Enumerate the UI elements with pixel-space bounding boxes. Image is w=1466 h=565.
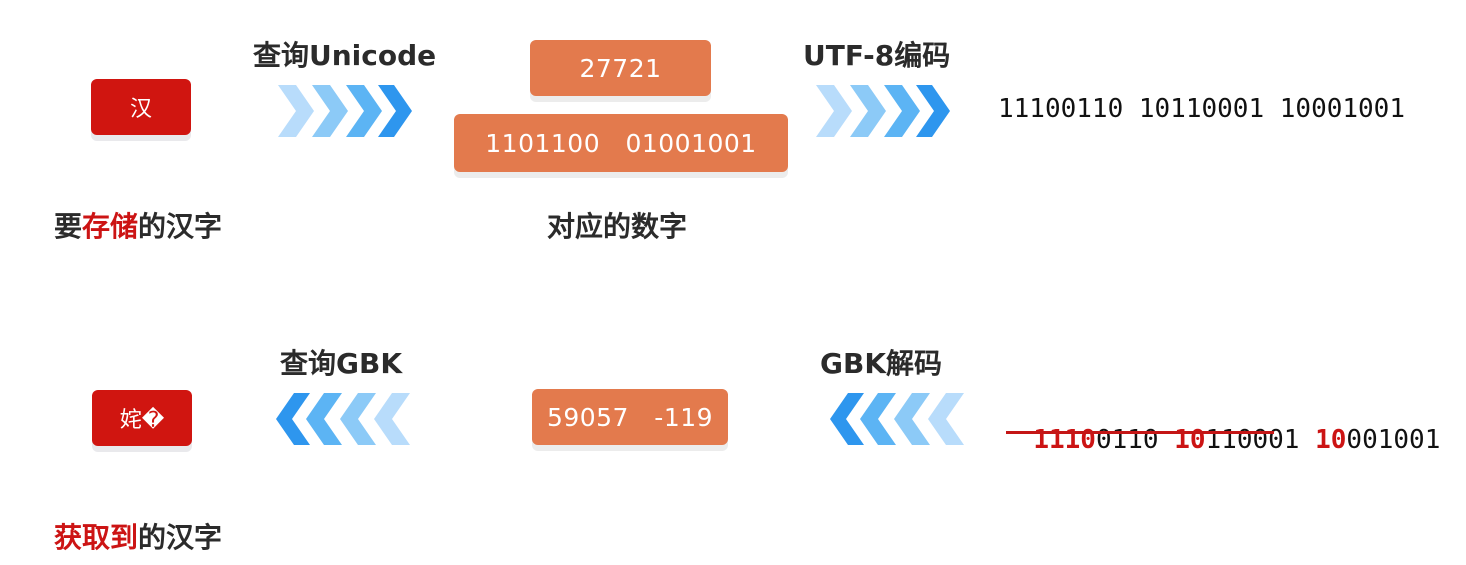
byte-1-prefix: 1110 [1033,425,1096,455]
source-char-box: 汉 [91,79,191,135]
left-chevrons-icon [830,393,964,445]
result-char-label: 获取到的汉字 [54,521,223,554]
unicode-binary-value: 1101100 01001001 [485,128,757,158]
unicode-binary-box: 1101100 01001001 [454,114,788,172]
left-chevrons-icon [276,393,410,445]
result-char: 姹� [119,408,165,433]
byte-1-rest: 0110 [1095,425,1159,455]
gbk-bytes-underline [1006,431,1274,434]
gbk-numbers-box: 59057 -119 [532,389,728,445]
number-label: 对应的数字 [547,210,688,243]
right-chevrons-icon [816,85,950,137]
decode-bytes: 11100110 10110001 10001001 [1002,395,1440,455]
gbk-numbers-value: 59057 -119 [546,402,714,432]
utf8-encode-label: UTF-8编码 [803,39,951,72]
right-chevrons-icon [278,85,412,137]
byte-3-prefix: 10 [1315,425,1347,455]
byte-3-rest: 001001 [1346,425,1441,455]
source-char-label: 要存储的汉字 [54,210,223,243]
byte-2-rest: 110001 [1205,425,1300,455]
lookup-unicode-label: 查询Unicode [253,39,437,72]
unicode-decimal-box: 27721 [530,40,711,96]
lookup-gbk-label: 查询GBK [280,347,403,380]
gbk-decode-label: GBK解码 [820,347,943,380]
unicode-decimal-value: 27721 [579,53,662,83]
utf8-bytes: 11100110 10110001 10001001 [998,94,1405,124]
source-char: 汉 [129,97,152,122]
result-char-box: 姹� [92,390,192,446]
byte-2-prefix: 10 [1174,425,1206,455]
